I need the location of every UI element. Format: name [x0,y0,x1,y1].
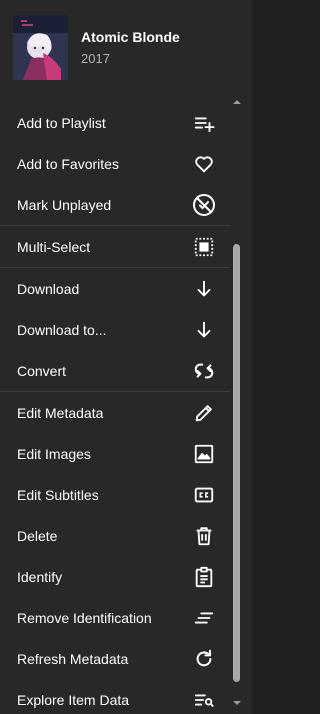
menu-item-label: Mark Unplayed [17,196,112,213]
list-search-icon [192,688,216,712]
pencil-icon [192,401,216,425]
menu-item-label: Identify [17,568,63,585]
menu-item-edit-images[interactable]: Edit Images [0,433,230,474]
context-menu: Atomic Blonde 2017 Add to Playlist Add t… [0,0,252,714]
poster-thumbnail [13,15,68,80]
menu-item-label: Multi-Select [17,238,91,255]
menu-item-remove-identification[interactable]: Remove Identification [0,597,230,638]
menu-item-label: Edit Subtitles [17,486,99,503]
menu-item-label: Explore Item Data [17,691,130,708]
menu-item-download-to[interactable]: Download to... [0,309,230,350]
menu-item-label: Add to Playlist [17,114,106,131]
menu-item-add-to-favorites[interactable]: Add to Favorites [0,143,230,184]
menu-list: Add to Playlist Add to Favorites Mark Un… [0,102,230,714]
clipboard-icon [192,565,216,589]
menu-item-explore-item-data[interactable]: Explore Item Data [0,679,230,714]
menu-item-label: Download [17,280,80,297]
trash-icon [192,524,216,548]
menu-item-label: Convert [17,362,67,379]
menu-item-label: Edit Metadata [17,404,104,421]
menu-item-label: Refresh Metadata [17,650,129,667]
heart-icon [192,152,216,176]
image-icon [192,442,216,466]
menu-item-label: Download to... [17,321,107,338]
download-icon [192,277,216,301]
clear-lines-icon [192,606,216,630]
menu-item-label: Remove Identification [17,609,152,626]
menu-item-edit-metadata[interactable]: Edit Metadata [0,391,230,433]
menu-item-label: Add to Favorites [17,155,119,172]
refresh-icon [192,647,216,671]
menu-item-refresh-metadata[interactable]: Refresh Metadata [0,638,230,679]
menu-item-mark-unplayed[interactable]: Mark Unplayed [0,184,230,225]
item-year: 2017 [81,51,110,66]
menu-item-multi-select[interactable]: Multi-Select [0,225,230,267]
select-all-icon [192,235,216,259]
scroll-down-arrow-icon[interactable] [232,694,242,705]
download-to-icon [192,318,216,342]
menu-item-identify[interactable]: Identify [0,556,230,597]
menu-item-delete[interactable]: Delete [0,515,230,556]
unplayed-icon [192,193,216,217]
menu-item-add-to-playlist[interactable]: Add to Playlist [0,102,230,143]
scroll-up-arrow-icon[interactable] [232,93,242,104]
menu-item-label: Edit Images [17,445,91,462]
convert-icon [192,359,216,383]
menu-item-label: Delete [17,527,58,544]
closed-captions-icon [192,483,216,507]
scrollbar-thumb[interactable] [233,244,240,682]
playlist-add-icon [192,111,216,135]
menu-item-download[interactable]: Download [0,267,230,309]
menu-item-edit-subtitles[interactable]: Edit Subtitles [0,474,230,515]
menu-item-convert[interactable]: Convert [0,350,230,391]
item-header: Atomic Blonde 2017 [0,0,252,96]
item-title: Atomic Blonde [81,29,180,45]
